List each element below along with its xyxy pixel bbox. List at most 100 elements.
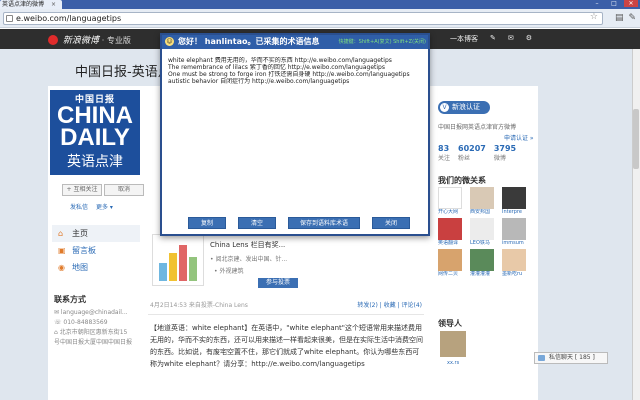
feed-meta: 4月2日14:53 来自投票-China Lens 转发(2) | 收藏 | 评…: [150, 300, 422, 309]
nav-item-home[interactable]: ⌂ 主页: [52, 225, 140, 242]
chat-label: 私信聊天 [ 185 ]: [549, 354, 595, 361]
maximize-button[interactable]: □: [607, 0, 621, 7]
relation-name: 墨新吃ru: [502, 271, 523, 277]
relation-item[interactable]: 灌灌灌灌: [470, 249, 498, 278]
stat-number: 83: [438, 144, 450, 153]
divider: [148, 314, 424, 315]
feed-timestamp[interactable]: 4月2日14:53 来自投票-China Lens: [150, 302, 248, 309]
relation-name: Interpre: [502, 209, 522, 215]
stat-label: 关注: [438, 155, 451, 162]
profile-links: 发私信 更多 ▾: [70, 202, 113, 211]
weibo-bar-link[interactable]: 一本博客: [450, 34, 478, 44]
weibo-logo-text: 新浪微博: [62, 36, 99, 46]
browser-toolbar: e.weibo.com/languagetips ☆ ▤ ✎: [0, 9, 640, 28]
weibo-bar-right: 一本博客 ✎ ✉ ⚙: [450, 34, 532, 44]
popup-header[interactable]: ☺ 您好！ hanlintao。已采集的术语信息 快捷键：Shift+A(复文)…: [162, 35, 428, 49]
stat-followers[interactable]: 60207 粉丝: [458, 144, 486, 162]
weibo-logo[interactable]: 新浪微博 · 专业版: [48, 33, 131, 46]
private-chat-button[interactable]: 私信聊天 [ 185 ]: [534, 352, 608, 364]
verified-badge[interactable]: V 新浪认证: [438, 101, 490, 114]
follow-row: + 互相关注 取消: [62, 184, 144, 196]
settings-wrench-icon[interactable]: ✎: [628, 13, 636, 23]
relation-avatar: [470, 249, 494, 271]
bar-chart-icon: [159, 241, 199, 281]
contact-email[interactable]: ✉ language@chinadail...: [54, 308, 138, 318]
stats: 83 关注 60207 粉丝 3795 微博: [438, 144, 516, 162]
relation-item[interactable]: 开心大网: [438, 187, 466, 216]
smiley-icon: ☺: [165, 37, 174, 46]
scroll-thumb[interactable]: [633, 109, 639, 169]
term-entry: autistic behavior 自闭症行为 http://e.weibo.c…: [168, 78, 350, 85]
contact-title: 联系方式: [54, 295, 86, 304]
contact-address: ⌂ 北京市朝阳区惠新东街15: [54, 329, 128, 336]
stat-posts[interactable]: 3795 微博: [494, 144, 516, 162]
vote-button[interactable]: 参与投票: [258, 278, 298, 288]
message-icon[interactable]: ✉: [508, 34, 514, 44]
popup-term-list: white elephant 费用无用的，华而不实的东西 http://e.we…: [168, 57, 424, 85]
feed-post-text: 【地道英语：white elephant】在英语中，"white elephan…: [150, 324, 423, 368]
url-text: e.weibo.com/languagetips: [16, 14, 122, 23]
stat-following[interactable]: 83 关注: [438, 144, 450, 162]
minimize-button[interactable]: –: [590, 0, 604, 7]
bar-chart-bar: [189, 257, 197, 281]
feed-actions[interactable]: 转发(2) | 收藏 | 评论(4): [357, 300, 422, 309]
scrollbar[interactable]: [632, 49, 640, 400]
popup-shortcut-hint: 快捷键：Shift+A(复文) Shift+Z(关闭): [338, 39, 426, 45]
bar-chart-bar: [179, 245, 187, 281]
relation-item[interactable]: 西安邦国: [470, 187, 498, 216]
nav-item-label: 地图: [72, 263, 88, 272]
relation-avatar: [438, 218, 462, 240]
apply-verification-link[interactable]: 申请认证 »: [504, 133, 534, 142]
mutual-follow-button[interactable]: + 互相关注: [62, 184, 102, 196]
unfollow-button[interactable]: 取消: [104, 184, 144, 196]
feed-lens-sub: • 阅北京建、发出中国、针...: [210, 256, 288, 263]
logo-sub: 英语点津: [67, 154, 123, 170]
logo-en-line2: DAILY: [60, 124, 130, 151]
relation-avatar: [502, 249, 526, 271]
tab-close-icon[interactable]: ×: [51, 0, 56, 9]
bookmark-star-icon[interactable]: ☆: [590, 12, 598, 23]
feed-thumbnail[interactable]: [152, 234, 204, 286]
clear-button[interactable]: 清空: [238, 217, 276, 229]
save-to-corpus-button[interactable]: 保存到语料库术语: [288, 217, 360, 229]
browser-tab[interactable]: 英语点津的微博 ×: [0, 0, 62, 9]
relation-item[interactable]: Interpre: [502, 187, 530, 216]
relation-item[interactable]: immsum: [502, 218, 530, 247]
relation-item[interactable]: 英语翻译: [438, 218, 466, 247]
relation-name: 网传二贝: [438, 271, 459, 277]
weibo-logo-sub: · 专业版: [101, 36, 131, 45]
gear-icon[interactable]: ⚙: [526, 34, 532, 44]
title-bar: 英语点津的微博 × – □ ✕: [0, 0, 640, 9]
address-bar[interactable]: e.weibo.com/languagetips ☆: [3, 12, 603, 25]
relation-item[interactable]: LEO铁马: [470, 218, 498, 247]
nav-item-label: 留言板: [72, 246, 96, 255]
home-icon: ⌂: [58, 229, 64, 238]
stat-label: 微博: [493, 155, 506, 162]
edit-icon[interactable]: ✎: [490, 34, 496, 44]
toolbar-icons: ▤ ✎: [615, 13, 636, 23]
relation-item[interactable]: 墨新吃ru: [502, 249, 530, 278]
popup-buttons: 复制 清空 保存到语料库术语 关闭: [188, 217, 410, 229]
relation-name: 灌灌灌灌: [470, 271, 491, 277]
more-link[interactable]: 更多 ▾: [96, 202, 113, 211]
nav-item-guestbook[interactable]: ▣ 留言板: [52, 242, 140, 259]
guestbook-icon: ▣: [58, 246, 66, 255]
close-popup-button[interactable]: 关闭: [372, 217, 410, 229]
send-message-link[interactable]: 发私信: [70, 202, 88, 211]
term-entry: white elephant 费用无用的，华而不实的东西 http://e.we…: [168, 57, 392, 64]
popup-title: 您好！ hanlintao。已采集的术语信息: [178, 37, 320, 46]
page-title: 中国日报-英语点: [75, 65, 171, 80]
relation-avatar: [502, 187, 526, 209]
copy-button[interactable]: 复制: [188, 217, 226, 229]
relations-grid: 开心大网 西安邦国 Interpre 英语翻译 LEO铁马 immsum 网传二…: [438, 187, 534, 278]
page-menu-icon[interactable]: ▤: [615, 13, 624, 23]
relations-title: 我们的微关系: [438, 176, 486, 185]
feed-lens-title[interactable]: China Lens 栏目有奖...: [210, 240, 285, 250]
leader-name[interactable]: xx.rs: [447, 360, 459, 366]
term-entry: One must be strong to forge iron 打铁还需自身硬…: [168, 71, 410, 78]
nav-item-map[interactable]: ◉ 地图: [52, 259, 140, 276]
contact-phone: ☏ 010-84883569: [54, 319, 108, 326]
leader-avatar[interactable]: [440, 331, 466, 357]
close-window-button[interactable]: ✕: [624, 0, 638, 7]
relation-item[interactable]: 网传二贝: [438, 249, 466, 278]
